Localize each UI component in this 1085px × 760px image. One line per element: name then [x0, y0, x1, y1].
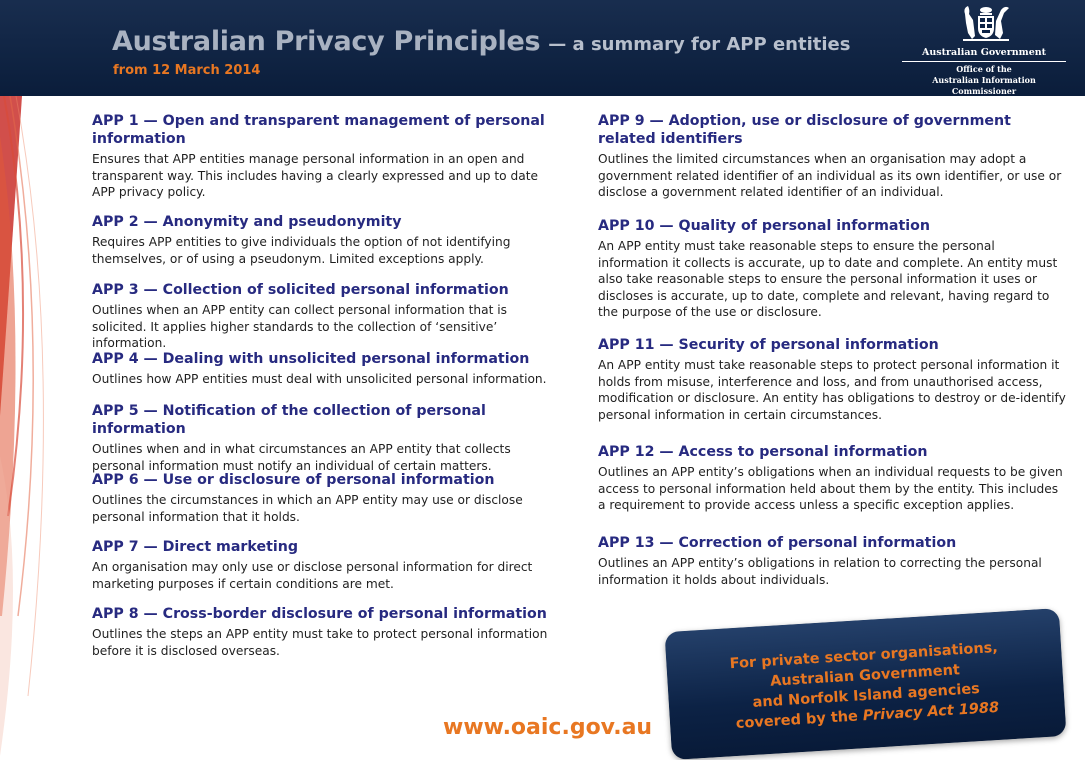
audience-callout: For private sector organisations, Austra…	[664, 608, 1067, 760]
app-11-heading: APP 11 — Security of personal informatio…	[598, 337, 939, 353]
government-name: Australian Government	[921, 47, 1047, 58]
website-link[interactable]: www.oaic.gov.au	[443, 715, 652, 740]
app-9-text: Outlines the limited circumstances when …	[598, 152, 1062, 200]
logo-divider	[902, 61, 1066, 62]
app-13-section: APP 13 — Correction of personal informat…	[598, 534, 1068, 588]
app-6-section: APP 6 — Use or disclosure of personal in…	[92, 471, 562, 525]
app-3-section: APP 3 — Collection of solicited personal…	[92, 281, 562, 352]
app-8-text: Outlines the steps an APP entity must ta…	[92, 627, 548, 658]
app-5-text: Outlines when and in what circumstances …	[92, 442, 511, 473]
app-10-section: APP 10 — Quality of personal information…	[598, 217, 1068, 321]
app-6-text: Outlines the circumstances in which an A…	[92, 493, 523, 524]
page-title: Australian Privacy Principles — a summary…	[112, 26, 850, 57]
app-12-section: APP 12 — Access to personal information …	[598, 443, 1068, 514]
app-8-heading: APP 8 — Cross-border disclosure of perso…	[92, 606, 547, 622]
app-8-section: APP 8 — Cross-border disclosure of perso…	[92, 605, 562, 659]
app-7-section: APP 7 — Direct marketing An organisation…	[92, 538, 562, 592]
app-3-text: Outlines when an APP entity can collect …	[92, 303, 507, 351]
app-12-heading: APP 12 — Access to personal information	[598, 444, 928, 460]
page-header: Australian Privacy Principles — a summary…	[0, 0, 1085, 96]
callout-line-4-prefix: covered by the	[735, 708, 864, 732]
app-3-heading: APP 3 — Collection of solicited personal…	[92, 282, 509, 298]
page-title-main: Australian Privacy Principles	[112, 26, 541, 57]
app-5-section: APP 5 — Notification of the collection o…	[92, 402, 562, 474]
page-title-suffix: — a summary for APP entities	[548, 34, 851, 55]
app-9-heading: APP 9 — Adoption, use or disclosure of g…	[598, 113, 1011, 147]
page-subtitle: from 12 March 2014	[113, 63, 261, 78]
office-line-2: Australian Information Commissioner	[932, 75, 1036, 96]
app-2-text: Requires APP entities to give individual…	[92, 235, 511, 266]
app-11-section: APP 11 — Security of personal informatio…	[598, 336, 1068, 423]
app-7-text: An organisation may only use or disclose…	[92, 560, 533, 591]
app-4-text: Outlines how APP entities must deal with…	[92, 372, 547, 386]
app-1-text: Ensures that APP entities manage persona…	[92, 152, 538, 200]
app-4-section: APP 4 — Dealing with unsolicited persona…	[92, 350, 562, 388]
office-line-1: Office of the	[956, 64, 1012, 74]
app-11-text: An APP entity must take reasonable steps…	[598, 358, 1066, 422]
app-7-heading: APP 7 — Direct marketing	[92, 539, 298, 555]
coat-of-arms-icon	[963, 6, 1009, 41]
app-13-text: Outlines an APP entity’s obligations in …	[598, 556, 1042, 587]
app-13-heading: APP 13 — Correction of personal informat…	[598, 535, 957, 551]
app-2-heading: APP 2 — Anonymity and pseudonymity	[92, 214, 402, 230]
office-name: Office of the Australian Information Com…	[902, 64, 1066, 96]
app-1-section: APP 1 — Open and transparent management …	[92, 112, 562, 201]
decorative-swoosh	[0, 96, 44, 756]
app-10-heading: APP 10 — Quality of personal information	[598, 218, 930, 234]
government-logo: Australian Government Office of the Aust…	[902, 4, 1066, 96]
app-9-section: APP 9 — Adoption, use or disclosure of g…	[598, 112, 1068, 201]
callout-text: For private sector organisations, Austra…	[666, 634, 1065, 738]
app-12-text: Outlines an APP entity’s obligations whe…	[598, 465, 1063, 513]
app-4-heading: APP 4 — Dealing with unsolicited persona…	[92, 351, 530, 367]
app-6-heading: APP 6 — Use or disclosure of personal in…	[92, 472, 495, 488]
app-5-heading: APP 5 — Notification of the collection o…	[92, 403, 486, 437]
app-1-heading: APP 1 — Open and transparent management …	[92, 113, 545, 147]
app-2-section: APP 2 — Anonymity and pseudonymity Requi…	[92, 213, 562, 267]
app-10-text: An APP entity must take reasonable steps…	[598, 239, 1058, 320]
